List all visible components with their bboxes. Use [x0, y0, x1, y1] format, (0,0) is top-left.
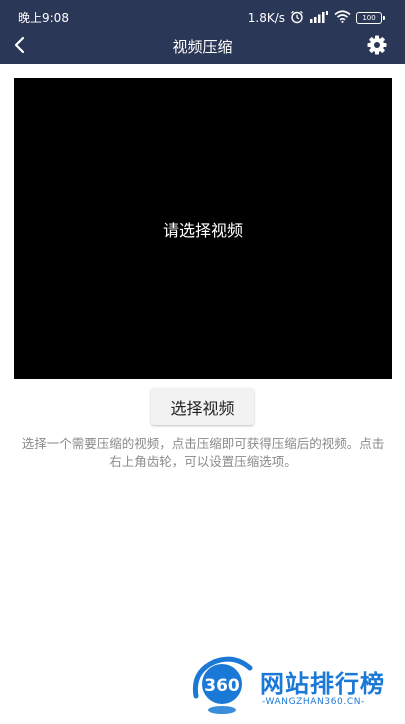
watermark-name: 网站排行榜 [260, 670, 385, 698]
watermark: 360 网站排行榜 -WANGZHAN360.CN- [190, 656, 405, 720]
select-video-button[interactable]: 选择视频 [151, 388, 254, 425]
svg-text:360: 360 [204, 676, 240, 696]
hint-text: 选择一个需要压缩的视频，点击压缩即可获得压缩后的视频。点击右上角齿轮，可以设置压… [21, 436, 385, 469]
battery-level: 100 [356, 12, 382, 24]
signal-hd-icon [309, 10, 329, 26]
alarm-icon [290, 10, 304, 27]
status-indicators: 1.8K/s 100 [248, 9, 385, 27]
status-bar: 晚上9:08 1.8K/s 100 [0, 0, 405, 34]
page-title: 视频压缩 [172, 38, 233, 56]
back-button[interactable] [8, 34, 32, 60]
network-speed: 1.8K/s [247, 11, 285, 25]
wifi-icon [334, 10, 351, 26]
gear-icon [367, 35, 387, 59]
battery-icon: 100 [356, 12, 385, 24]
chevron-left-icon [13, 36, 27, 58]
video-preview[interactable]: 请选择视频 [14, 78, 392, 379]
status-time: 晚上9:08 [18, 11, 69, 25]
settings-button[interactable] [365, 35, 389, 59]
app-bar: 视频压缩 [0, 34, 405, 64]
watermark-logo-icon: 360 [190, 656, 256, 720]
watermark-url: -WANGZHAN360.CN- [262, 697, 365, 707]
preview-placeholder: 请选择视频 [162, 220, 243, 240]
